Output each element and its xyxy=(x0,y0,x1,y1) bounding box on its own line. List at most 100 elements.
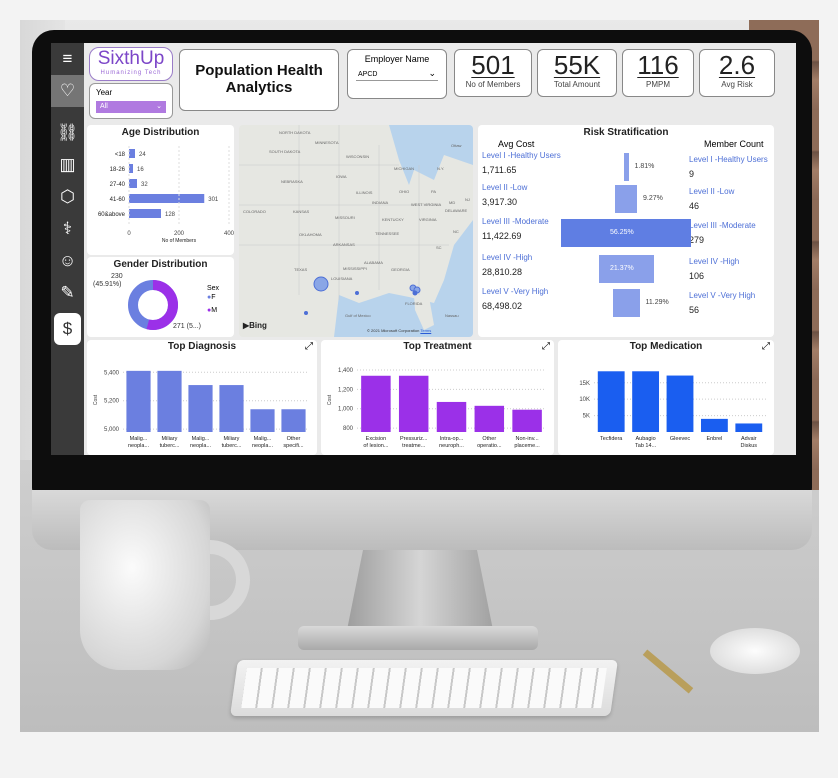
risk-stratification: Risk Stratification Avg Cost Member Coun… xyxy=(478,125,774,337)
bar[interactable] xyxy=(398,375,429,432)
x-tick-label: Tecfidera xyxy=(600,436,623,442)
map-bubble[interactable] xyxy=(313,276,329,292)
chevron-down-icon: ⌄ xyxy=(428,68,436,78)
age-bar[interactable] xyxy=(129,209,161,218)
risk-avg-cost: 11,422.69 xyxy=(482,231,522,241)
bar[interactable] xyxy=(157,370,182,432)
bar[interactable] xyxy=(700,418,728,432)
money-bag-icon[interactable]: $ xyxy=(54,313,81,345)
risk-level-label: Level V -Very High xyxy=(482,287,549,296)
age-bar[interactable] xyxy=(129,194,205,203)
funnel-bar[interactable] xyxy=(623,153,629,181)
svg-text:DELAWARE: DELAWARE xyxy=(445,208,467,213)
kpi-value: 2.6 xyxy=(718,50,756,80)
risk-level-label: Level II -Low xyxy=(482,183,528,192)
y-axis-label: Cost xyxy=(327,394,333,405)
map-copyright: © 2021 Microsoft Corporation Terms xyxy=(367,328,431,333)
gulf-ocean xyxy=(334,220,473,337)
age-category-label: 41-60 xyxy=(110,197,126,203)
year-label: Year xyxy=(96,88,113,97)
risk-level-label: Level V -Very High xyxy=(689,291,756,300)
share-icon[interactable]: ⛓ xyxy=(51,117,84,149)
svg-text:NC: NC xyxy=(453,229,459,234)
bar[interactable] xyxy=(632,371,660,432)
funnel-bar[interactable] xyxy=(612,289,640,317)
risk-member-count: 9 xyxy=(689,169,695,179)
age-category-label: 18-26 xyxy=(110,167,126,173)
hand-heart-icon[interactable]: ♡ xyxy=(51,75,84,107)
chart-title: Age Distribution xyxy=(121,127,200,138)
age-bar[interactable] xyxy=(129,164,133,173)
svg-text:Ottaw: Ottaw xyxy=(451,143,462,148)
kpi-label: Total Amount xyxy=(553,80,601,89)
svg-text:IOWA: IOWA xyxy=(336,174,347,179)
x-tick-label: of lesion... xyxy=(363,443,389,449)
bar[interactable] xyxy=(281,409,306,432)
x-tick-label: Malig... xyxy=(130,436,148,442)
x-tick-label: placeme... xyxy=(514,443,540,449)
funnel-pct: 1.81% xyxy=(634,163,655,170)
map-bubble[interactable] xyxy=(304,311,308,315)
svg-text:N.Y.: N.Y. xyxy=(437,166,444,171)
stethoscope-icon[interactable]: ⚕ xyxy=(51,213,84,245)
focus-mode-icon[interactable]: ⤢ xyxy=(305,341,313,352)
bar[interactable] xyxy=(735,423,763,432)
x-tick-label: Excision xyxy=(366,436,386,442)
x-tick-label: treatme... xyxy=(402,443,426,449)
focus-mode-icon[interactable]: ⤢ xyxy=(542,341,550,352)
kpi-value: 501 xyxy=(471,50,515,80)
terms-link[interactable]: Terms xyxy=(420,328,431,333)
risk-avg-cost: 3,917.30 xyxy=(482,197,518,207)
legend-title: Sex xyxy=(207,285,220,292)
dashboard-screen: ≡ ♡ ⛓ ▥ ⬡ ⚕ ☺ ✎ $ SixthUp Humanizing Tec… xyxy=(51,43,796,455)
funnel-bar[interactable] xyxy=(615,185,637,213)
member-map[interactable]: NORTH DAKOTA MINNESOTA Ottaw SOUTH DAKOT… xyxy=(239,125,473,337)
doctor-icon[interactable]: ☺ xyxy=(51,245,84,277)
x-tick-label: neopla... xyxy=(128,443,150,449)
focus-mode-icon[interactable]: ⤢ xyxy=(762,341,770,352)
svg-text:ALABAMA: ALABAMA xyxy=(364,260,383,265)
bar[interactable] xyxy=(512,409,542,432)
svg-text:FLORIDA: FLORIDA xyxy=(405,301,423,306)
legend-item-m[interactable]: ●M xyxy=(207,307,219,314)
bing-logo: ▶Bing xyxy=(243,321,267,330)
risk-member-count: 279 xyxy=(689,235,705,245)
menu-icon[interactable]: ≡ xyxy=(51,43,84,75)
svg-text:MISSOURI: MISSOURI xyxy=(335,215,355,220)
svg-text:TENNESSEE: TENNESSEE xyxy=(375,231,400,236)
bar[interactable] xyxy=(188,385,213,432)
x-tick-label: neuroph... xyxy=(439,443,464,449)
shield-icon[interactable]: ⬡ xyxy=(51,181,84,213)
risk-member-count: 56 xyxy=(689,305,700,315)
svg-text:MICHIGAN: MICHIGAN xyxy=(394,166,414,171)
top-treatment-chart: Top Treatment ⤢ 800 1,000 1,200 1,400 Cost Ex… xyxy=(321,340,554,455)
bar[interactable] xyxy=(250,409,275,432)
legend-item-f[interactable]: ●F xyxy=(207,294,219,301)
age-bar[interactable] xyxy=(129,179,137,188)
bar[interactable] xyxy=(474,405,505,432)
bar[interactable] xyxy=(666,375,694,432)
bar[interactable] xyxy=(126,370,151,432)
bar[interactable] xyxy=(597,371,625,432)
bar[interactable] xyxy=(436,401,467,432)
logo-tagline: Humanizing Tech xyxy=(100,70,162,76)
age-bar[interactable] xyxy=(129,149,135,158)
year-dropdown[interactable]: All ⌄ xyxy=(96,101,166,113)
bar[interactable] xyxy=(219,385,244,432)
risk-level-label: Level IV -High xyxy=(482,253,533,262)
funnel-pct: 11.29% xyxy=(645,299,669,306)
svg-text:TEXAS: TEXAS xyxy=(294,267,307,272)
employer-label: Employer Name xyxy=(364,54,430,64)
employer-dropdown[interactable]: APCD ⌄ xyxy=(356,68,438,81)
chart-title: Top Medication xyxy=(629,341,703,352)
bar[interactable] xyxy=(361,375,391,432)
map-bubble[interactable] xyxy=(412,290,418,296)
y-tick-label: 5,000 xyxy=(104,427,120,433)
y-tick-label: 800 xyxy=(343,426,354,432)
notepad-icon[interactable]: ✎ xyxy=(51,277,84,309)
svg-text:WEST VIRGINIA: WEST VIRGINIA xyxy=(411,202,441,207)
risk-level-label: Level II -Low xyxy=(689,187,735,196)
map-bubble[interactable] xyxy=(355,291,359,295)
chart-title: Risk Stratification xyxy=(583,127,669,138)
bar-chart-icon[interactable]: ▥ xyxy=(51,149,84,181)
